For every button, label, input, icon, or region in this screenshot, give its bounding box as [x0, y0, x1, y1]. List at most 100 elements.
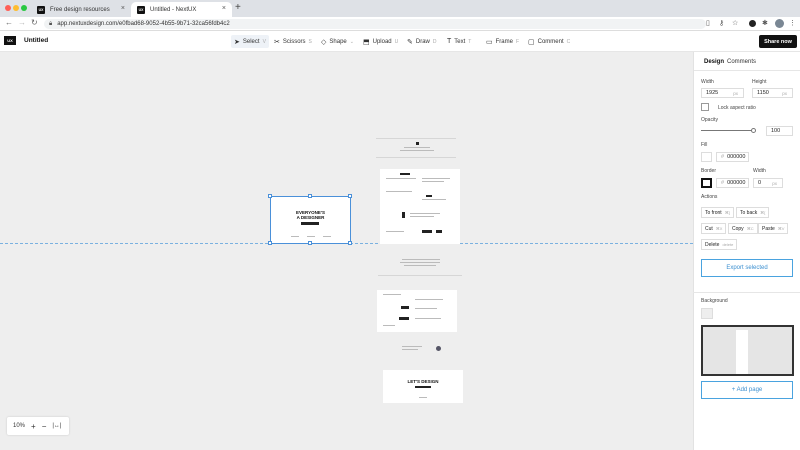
tool-shortcut: U [394, 38, 399, 45]
shape-icon: ◇ [321, 38, 327, 46]
to-front-button[interactable]: To front ⌘] [701, 207, 734, 218]
tool-shortcut: V [262, 38, 266, 45]
browser-menu-icon[interactable]: ⋮ [789, 19, 796, 27]
artboard-element [400, 150, 434, 151]
opacity-slider-track[interactable] [701, 130, 753, 131]
artboard-element [400, 262, 440, 263]
new-tab-icon[interactable]: + [235, 2, 241, 13]
artboard-element [419, 397, 427, 398]
lock-aspect-checkbox[interactable] [701, 103, 709, 111]
hash-prefix: # [721, 154, 725, 160]
minimize-window-button[interactable] [13, 5, 19, 11]
fill-swatch[interactable] [701, 152, 712, 162]
tab-comments[interactable]: Comments [727, 59, 756, 65]
artboard-quote[interactable] [380, 251, 460, 275]
artboard-element [410, 216, 434, 217]
profile-avatar[interactable] [775, 19, 784, 28]
address-bar: ← → ↻ 🔒︎ app.nextuxdesign.com/e0fbad68-9… [0, 17, 800, 31]
text-icon: T [447, 38, 452, 45]
back-arrow-icon[interactable]: ← [5, 18, 13, 27]
resize-handle[interactable] [348, 194, 352, 198]
zoom-in-icon[interactable]: + [31, 422, 36, 431]
maximize-window-button[interactable] [21, 5, 27, 11]
tool-frame-button[interactable]: ▭ Frame F [483, 35, 522, 48]
border-hex-value: 000000 [727, 180, 746, 186]
browser-tab-nextux[interactable]: UX Untitled - NextUX × [131, 2, 232, 17]
add-page-button[interactable]: + Add page [701, 381, 793, 399]
artboard-grid[interactable] [377, 290, 457, 332]
tab-label: Untitled - NextUX [150, 6, 197, 13]
extensions-puzzle-icon[interactable]: ✱ [762, 19, 768, 27]
document-title[interactable]: Untitled [24, 37, 48, 44]
bookmark-star-icon[interactable]: ☆ [732, 19, 738, 27]
artboard-element [422, 199, 446, 200]
tab-design[interactable]: Design [704, 59, 724, 65]
artboard-features[interactable] [380, 169, 460, 244]
url-field[interactable]: 🔒︎ app.nextuxdesign.com/e0fbad68-9052-4b… [44, 19, 706, 29]
border-hex-field[interactable]: # 000000 [716, 178, 749, 188]
scissors-icon: ✂ [274, 38, 280, 46]
tool-scissors-button[interactable]: ✂ Scissors S [271, 35, 315, 48]
action-label: Paste [762, 225, 775, 232]
page-thumbnail[interactable] [701, 325, 794, 376]
artboard-element [402, 212, 405, 218]
tool-select-button[interactable]: ➤ Select V [231, 35, 269, 48]
extension-icon[interactable] [749, 20, 756, 27]
resize-handle[interactable] [348, 241, 352, 245]
nextux-logo[interactable]: UX [4, 36, 16, 45]
fill-hex-field[interactable]: # 000000 [716, 152, 749, 162]
forward-arrow-icon[interactable]: → [18, 18, 26, 27]
artboard-edge [376, 138, 456, 139]
pencil-icon: ✎ [407, 38, 413, 46]
paste-button[interactable]: Paste ⌘V [758, 223, 789, 234]
app-toolbar: UX Untitled ➤ Select V ✂ Scissors S ◇ Sh… [0, 31, 800, 52]
tool-comment-button[interactable]: ▢ Comment C [525, 35, 573, 48]
artboard-element [415, 308, 437, 309]
key-icon[interactable]: ⚷ [719, 19, 724, 27]
action-label: To back [740, 209, 758, 216]
border-width-field[interactable]: 0 px [753, 178, 783, 188]
resize-handle[interactable] [308, 194, 312, 198]
width-field[interactable]: 1925 px [701, 88, 744, 98]
cut-button[interactable]: Cut ⌘X [701, 223, 727, 234]
share-now-button[interactable]: Share now [759, 35, 797, 48]
export-selected-button[interactable]: Export selected [701, 259, 793, 277]
artboard-cta[interactable]: LET'S DESIGN [383, 370, 463, 403]
selection-box[interactable] [270, 196, 351, 244]
copy-button[interactable]: Copy ⌘C [728, 223, 758, 234]
install-app-icon[interactable]: ▯ [706, 19, 710, 27]
browser-tab-free-resources[interactable]: UX Free design resources × [31, 2, 131, 17]
fit-width-icon[interactable]: |↔| [52, 423, 61, 429]
tool-shape-button[interactable]: ◇ Shape ⌄ [318, 35, 357, 48]
resize-handle[interactable] [268, 241, 272, 245]
close-tab-icon[interactable]: × [121, 5, 125, 12]
background-swatch[interactable] [701, 308, 713, 319]
opacity-field[interactable]: 100 [766, 126, 793, 136]
tool-upload-button[interactable]: ⬒ Upload U [360, 35, 401, 48]
reload-icon[interactable]: ↻ [31, 18, 38, 27]
close-window-button[interactable] [5, 5, 11, 11]
design-canvas[interactable]: EVERYONE'S A DESIGNER LET'S DESIGN 10% +… [0, 52, 693, 450]
opacity-slider-handle[interactable] [751, 128, 756, 133]
fill-hex-value: 000000 [727, 154, 746, 160]
tool-draw-button[interactable]: ✎ Draw D [404, 35, 440, 48]
artboard-element [402, 346, 422, 347]
artboard-header[interactable] [378, 140, 456, 156]
ux-favicon-icon: UX [37, 5, 45, 14]
cursor-icon: ➤ [234, 38, 240, 46]
artboard-testimonial[interactable] [398, 343, 444, 357]
resize-handle[interactable] [268, 194, 272, 198]
zoom-out-icon[interactable]: − [42, 422, 47, 431]
to-back-button[interactable]: To back ⌘[ [736, 207, 770, 218]
border-width-value: 0 [758, 180, 762, 186]
delete-button[interactable]: Delete delete [701, 239, 738, 250]
resize-handle[interactable] [308, 241, 312, 245]
height-field[interactable]: 1150 px [752, 88, 793, 98]
cta-heading: LET'S DESIGN [407, 379, 439, 384]
close-tab-icon[interactable]: × [222, 5, 226, 12]
tool-label: Comment [537, 38, 564, 45]
browser-tab-bar: UX Free design resources × UX Untitled -… [0, 0, 800, 17]
zoom-level[interactable]: 10% [13, 423, 25, 429]
border-swatch[interactable] [701, 178, 712, 188]
tool-text-button[interactable]: T Text T [444, 35, 474, 48]
